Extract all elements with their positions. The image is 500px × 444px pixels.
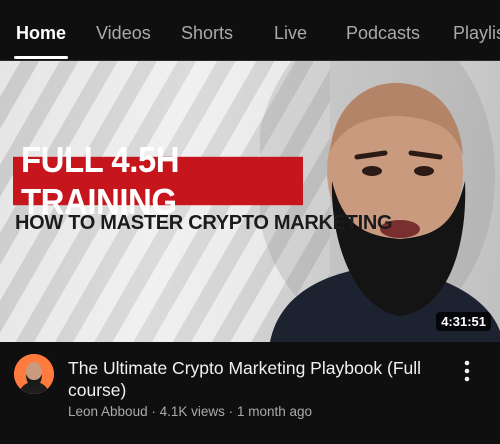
separator: · bbox=[151, 404, 156, 419]
duration-badge: 4:31:51 bbox=[436, 312, 491, 331]
thumbnail-headline: FULL 4.5H TRAINING bbox=[13, 139, 303, 222]
tab-home[interactable]: Home bbox=[16, 23, 66, 44]
tab-shorts[interactable]: Shorts bbox=[181, 23, 233, 44]
channel-name[interactable]: Leon Abboud bbox=[68, 404, 148, 419]
separator: · bbox=[228, 404, 234, 419]
thumbnail-subhead: HOW TO MASTER CRYPTO MARKETING bbox=[15, 212, 393, 234]
view-count: 4.1K views bbox=[159, 404, 225, 419]
video-title[interactable]: The Ultimate Crypto Marketing Playbook (… bbox=[68, 357, 428, 401]
channel-tab-bar: Home Videos Shorts Live Podcasts Playlis bbox=[0, 0, 500, 61]
active-tab-indicator bbox=[14, 56, 68, 59]
tab-podcasts[interactable]: Podcasts bbox=[346, 23, 420, 44]
video-thumbnail[interactable]: FULL 4.5H TRAINING HOW TO MASTER CRYPTO … bbox=[0, 61, 500, 342]
avatar-image bbox=[14, 354, 54, 394]
video-metadata: The Ultimate Crypto Marketing Playbook (… bbox=[0, 342, 500, 444]
tab-live[interactable]: Live bbox=[274, 23, 307, 44]
channel-avatar[interactable] bbox=[14, 354, 54, 394]
tab-videos[interactable]: Videos bbox=[96, 23, 151, 44]
video-subinfo: Leon Abboud · 4.1K views · 1 month ago bbox=[68, 404, 312, 419]
more-vertical-icon[interactable] bbox=[455, 358, 479, 384]
upload-age: 1 month ago bbox=[236, 404, 312, 419]
tab-playlists[interactable]: Playlis bbox=[453, 23, 500, 44]
